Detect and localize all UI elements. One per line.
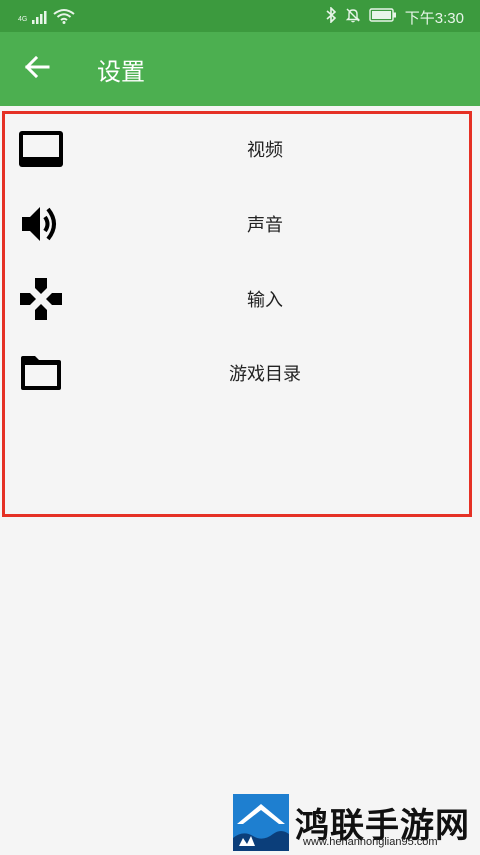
watermark-url: www.henanhonglian95.com <box>303 836 438 848</box>
menu-item-sound[interactable]: 声音 <box>5 189 469 259</box>
back-button[interactable] <box>18 52 56 86</box>
settings-menu-frame: 视频 声音 输入 游戏目录 <box>2 111 472 517</box>
network-label: 4G <box>18 16 28 23</box>
menu-item-game-directory[interactable]: 游戏目录 <box>5 338 469 408</box>
wifi-icon <box>53 8 75 29</box>
status-time: 下午3:30 <box>404 10 464 27</box>
status-right: 下午3:30 <box>325 6 464 28</box>
menu-item-input[interactable]: 输入 <box>5 264 469 334</box>
watermark: 鸿联手游网 www.henanhonglian95.com <box>233 794 480 853</box>
signal-icon <box>31 10 49 29</box>
menu-item-label: 输入 <box>247 290 283 311</box>
arrow-back-icon <box>24 55 50 82</box>
menu-item-video[interactable]: 视频 <box>5 114 469 184</box>
watermark-logo <box>233 794 289 851</box>
status-left: 4G <box>18 8 75 29</box>
status-bar: 4G 下午3:30 <box>0 0 480 32</box>
bluetooth-icon <box>325 6 337 28</box>
menu-item-label: 声音 <box>247 215 283 236</box>
battery-icon <box>369 8 397 27</box>
app-bar: 设置 <box>0 32 480 106</box>
menu-item-label: 视频 <box>247 140 283 161</box>
page-title: 设置 <box>97 58 145 86</box>
mute-icon <box>345 7 361 28</box>
menu-item-label: 游戏目录 <box>229 364 301 385</box>
